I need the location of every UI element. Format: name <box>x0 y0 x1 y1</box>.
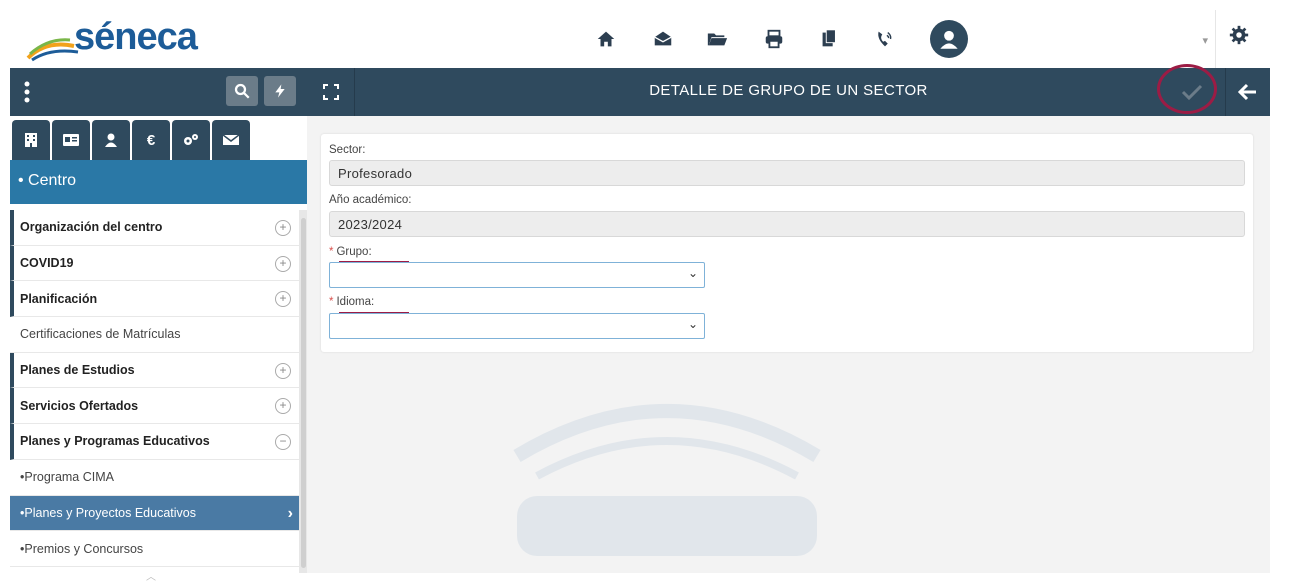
collapse-icon[interactable]: − <box>275 434 291 451</box>
page-title: DETALLE DE GRUPO DE UN SECTOR <box>649 82 928 99</box>
sidebar-item-label: •Planes y Proyectos Educativos <box>20 505 196 520</box>
home-icon[interactable] <box>593 26 619 52</box>
language-select[interactable]: ⌄ <box>329 313 705 339</box>
sidebar: € • Centro Organización del centro + COV… <box>10 68 307 583</box>
user-avatar[interactable] <box>930 20 968 58</box>
group-label-text: Grupo: <box>336 246 372 258</box>
sidebar-item-label: Planificación <box>20 291 98 306</box>
tab-centro[interactable] <box>12 120 50 160</box>
mail-icon <box>223 134 239 145</box>
tab-alumnado[interactable] <box>92 120 130 160</box>
chevron-right-icon: › <box>287 504 293 522</box>
back-button[interactable] <box>1225 68 1270 116</box>
building-icon <box>25 133 37 147</box>
checkmark-icon <box>1181 84 1203 101</box>
language-label-text: Idioma: <box>336 296 375 308</box>
top-header: séneca ▾ <box>10 10 1270 68</box>
folder-icon[interactable] <box>704 26 730 52</box>
academic-year-field: 2023/2024 <box>329 211 1245 237</box>
cogs-icon <box>184 134 198 145</box>
sidebar-subitem-programa-cima[interactable]: •Programa CIMA <box>10 460 299 496</box>
group-select[interactable]: ⌄ <box>329 262 705 288</box>
required-marker: * <box>329 246 334 258</box>
academic-year-label: Año académico: <box>329 194 412 206</box>
app-window: séneca ▾ € • Centro Organización del cen… <box>10 10 1270 583</box>
print-icon[interactable] <box>761 26 787 52</box>
tab-utilidades[interactable] <box>172 120 210 160</box>
accept-button[interactable] <box>1163 70 1221 114</box>
euro-icon: € <box>146 131 156 149</box>
sidebar-item-label: Organización del centro <box>20 220 163 235</box>
quick-access-button[interactable] <box>264 76 296 106</box>
sidebar-toolbar <box>10 68 307 116</box>
tab-personal[interactable] <box>52 120 90 160</box>
chevron-down-icon: ⌄ <box>687 317 698 331</box>
user-dropdown[interactable]: ▾ <box>968 30 1218 54</box>
sidebar-item-label: Servicios Ofertados <box>20 398 139 413</box>
sidebar-item-planes-estudios[interactable]: Planes de Estudios + <box>10 352 299 389</box>
documents-icon[interactable] <box>816 26 842 52</box>
chevron-down-icon: ⌄ <box>687 266 698 280</box>
sidebar-item-label: Planes y Programas Educativos <box>20 434 210 449</box>
kebab-menu-icon[interactable] <box>22 80 32 104</box>
sidebar-item-planificacion[interactable]: Planificación + <box>10 281 299 318</box>
sidebar-item-label: •Premios y Concursos <box>20 541 144 556</box>
arrow-left-icon <box>1238 83 1256 101</box>
sidebar-scroll-thumb[interactable] <box>301 218 306 568</box>
expand-icon <box>322 84 339 100</box>
expand-icon[interactable]: + <box>275 255 291 272</box>
expand-icon[interactable]: + <box>275 291 291 308</box>
sidebar-item-covid19[interactable]: COVID19 + <box>10 245 299 282</box>
tab-economia[interactable]: € <box>132 120 170 160</box>
sidebar-item-servicios[interactable]: Servicios Ofertados + <box>10 388 299 425</box>
user-icon <box>940 30 958 49</box>
group-label: * Grupo: <box>329 246 372 258</box>
logo-text: séneca <box>74 16 198 58</box>
sector-field: Profesorado <box>329 160 1245 186</box>
main-header-bar: DETALLE DE GRUPO DE UN SECTOR <box>307 64 1270 116</box>
sidebar-subitem-premios[interactable]: •Premios y Concursos <box>10 531 299 567</box>
sidebar-menu: Organización del centro + COVID19 + Plan… <box>10 210 299 567</box>
user-icon <box>105 133 117 147</box>
sidebar-subitem-planes-proyectos[interactable]: •Planes y Proyectos Educativos › <box>10 495 299 532</box>
sidebar-item-label: Certificaciones de Matrículas <box>20 327 181 342</box>
sector-label: Sector: <box>329 144 366 156</box>
sidebar-item-organizacion[interactable]: Organización del centro + <box>10 210 299 246</box>
expand-icon[interactable]: + <box>275 398 291 415</box>
required-marker: * <box>329 296 334 308</box>
sidebar-item-label: •Programa CIMA <box>20 470 114 485</box>
seneca-logo[interactable]: séneca <box>24 14 214 64</box>
sidebar-item-label: COVID19 <box>20 256 74 271</box>
tab-comunicaciones[interactable] <box>212 120 250 160</box>
section-title[interactable]: • Centro <box>10 160 307 204</box>
expand-icon[interactable]: + <box>275 362 291 379</box>
chevron-down-icon: ▾ <box>1202 35 1208 47</box>
fullscreen-button[interactable] <box>307 68 355 116</box>
sidebar-item-label: Planes de Estudios <box>20 363 135 378</box>
sidebar-tabs: € <box>10 116 307 160</box>
sidebar-item-certificaciones[interactable]: Certificaciones de Matrículas <box>10 317 299 353</box>
expand-icon[interactable]: + <box>275 220 291 236</box>
form-card: Sector: Profesorado Año académico: 2023/… <box>321 134 1253 352</box>
id-card-icon <box>63 134 79 146</box>
scroll-up-icon[interactable]: ︿ <box>146 568 156 583</box>
mail-icon[interactable] <box>650 26 676 52</box>
divider <box>1215 10 1216 68</box>
language-label: * Idioma: <box>329 296 374 308</box>
search-icon <box>234 83 250 99</box>
seneca-watermark-icon <box>513 404 821 556</box>
phone-icon[interactable] <box>872 26 898 52</box>
sidebar-item-planes-programas[interactable]: Planes y Programas Educativos − <box>10 424 299 460</box>
search-button[interactable] <box>226 76 258 106</box>
gear-icon[interactable] <box>1228 24 1254 50</box>
main-content: Sector: Profesorado Año académico: 2023/… <box>307 116 1270 573</box>
lightning-icon <box>275 84 285 98</box>
